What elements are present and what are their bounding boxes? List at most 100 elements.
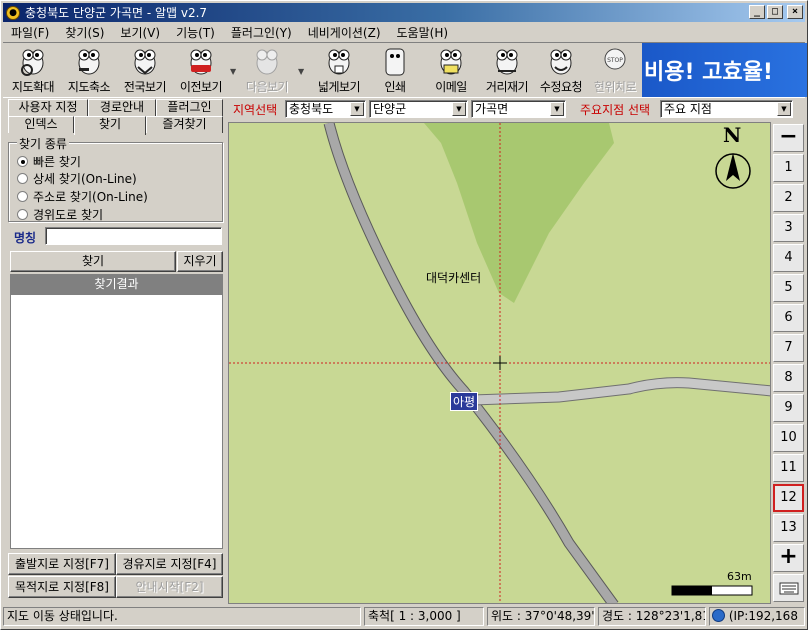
maximize-button[interactable]: □ (767, 5, 783, 19)
email-tool-button[interactable]: 이메일 (423, 45, 479, 95)
print-tool-button[interactable]: 인쇄 (367, 45, 423, 95)
national-view-character-icon (134, 49, 156, 75)
correction-request-label: 수정요청 (539, 80, 583, 94)
radio-quick-find[interactable]: 빠른 찾기 (17, 153, 81, 170)
left-panel: 사용자 지정 경로안내 플러그인 인덱스 찾기 즐겨찾기 찾기 종류 빠른 찾기… (3, 98, 226, 604)
zoom-minus-button[interactable]: − (773, 124, 804, 152)
dropdown-arrow-icon: ▼ (777, 102, 791, 116)
ad-banner[interactable]: 비용! 고효율! (642, 43, 807, 97)
zoom-level-6[interactable]: 6 (773, 304, 804, 332)
set-waypoint-button[interactable]: 경유지로 지정[F4] (116, 553, 223, 575)
tab-index[interactable]: 인덱스 (8, 116, 74, 133)
status-latitude: 위도 : 37°0'48,39" (487, 607, 595, 626)
zoom-out-tool-button[interactable]: 지도축소 (61, 45, 117, 95)
tab-find[interactable]: 찾기 (74, 116, 146, 135)
menu-find[interactable]: 찾기(S) (57, 24, 112, 41)
place-label[interactable]: 대덕카센터 (426, 269, 481, 286)
status-ip: (IP:192,168 (709, 607, 805, 626)
start-guide-button[interactable]: 안내시작[F2] (116, 576, 223, 598)
zoom-level-11[interactable]: 11 (773, 454, 804, 482)
set-start-button[interactable]: 출발지로 지정[F7] (8, 553, 116, 575)
menu-view[interactable]: 보기(V) (112, 24, 168, 41)
zoom-level-2[interactable]: 2 (773, 184, 804, 212)
status-bar: 지도 이동 상태입니다. 축척[ 1 : 3,000 ] 위도 : 37°0'4… (3, 606, 805, 627)
menu-help[interactable]: 도움말(H) (389, 24, 457, 41)
close-button[interactable]: × (787, 5, 803, 19)
map-canvas[interactable]: 대덕카센터 아평 N 63m (228, 122, 771, 604)
current-location-tool-button[interactable]: STOP 현위치로 (587, 45, 643, 95)
zoom-level-13[interactable]: 13 (773, 514, 804, 542)
county-select[interactable]: 단양군 ▼ (369, 100, 468, 118)
tab-favorites[interactable]: 즐겨찾기 (146, 116, 223, 133)
previous-dropdown-arrow-icon[interactable]: ▼ (230, 67, 236, 76)
app-logo-icon: ● (6, 5, 20, 20)
zoom-level-3[interactable]: 3 (773, 214, 804, 242)
map-graphics (229, 123, 770, 603)
minimize-button[interactable]: _ (749, 5, 765, 19)
globe-icon (712, 609, 725, 622)
status-scale: 축척[ 1 : 3,000 ] (364, 607, 484, 626)
radio-unchecked-icon (17, 173, 28, 184)
svg-text:STOP: STOP (607, 57, 623, 64)
radio-unchecked-icon (17, 209, 28, 220)
zoom-level-5[interactable]: 5 (773, 274, 804, 302)
zoom-level-12[interactable]: 12 (773, 484, 804, 512)
search-type-title: 찾기 종류 (17, 135, 69, 152)
keyboard-button[interactable] (773, 574, 804, 602)
radio-address-find[interactable]: 주소로 찾기(On-Line) (17, 188, 148, 205)
road-name-label: 아평 (450, 392, 479, 411)
zoom-level-8[interactable]: 8 (773, 364, 804, 392)
wide-view-label: 넓게보기 (317, 80, 361, 94)
menu-file[interactable]: 파일(F) (3, 24, 57, 41)
menu-plugin[interactable]: 플러그인(Y) (223, 24, 300, 41)
tab-user-defined[interactable]: 사용자 지정 (8, 99, 88, 116)
tab-plugin[interactable]: 플러그인 (156, 99, 223, 116)
email-character-icon (440, 49, 462, 75)
dropdown-arrow-icon: ▼ (550, 102, 564, 116)
zoom-level-10[interactable]: 10 (773, 424, 804, 452)
find-button[interactable]: 찾기 (10, 251, 176, 272)
keyboard-icon (779, 582, 798, 595)
results-list[interactable] (10, 294, 223, 549)
province-select[interactable]: 충청북도 ▼ (285, 100, 366, 118)
name-label: 명칭 (14, 231, 37, 245)
wide-view-tool-button[interactable]: 넓게보기 (311, 45, 367, 95)
radio-latlng-find[interactable]: 경위도로 찾기 (17, 206, 103, 223)
zoom-plus-button[interactable]: + (773, 544, 804, 572)
national-view-label: 전국보기 (123, 80, 167, 94)
title-bar[interactable]: ● 충청북도 단양군 가곡면 - 알맵 v2.7 _ □ × (3, 3, 805, 22)
tab-route-guide[interactable]: 경로안내 (88, 99, 156, 116)
zoom-in-label: 지도확대 (11, 80, 55, 94)
toolbar: 지도확대 지도축소 전국보기 이전보기 ▼ 다음보기 ▼ 넓게보기 인쇄 이메일… (3, 42, 807, 98)
region-select-bar: 지역선택 충청북도 ▼ 단양군 ▼ 가곡면 ▼ 주요지점 선택 주요 지점 ▼ (228, 98, 793, 120)
town-select[interactable]: 가곡면 ▼ (471, 100, 566, 118)
zoom-level-1[interactable]: 1 (773, 154, 804, 182)
zoom-level-7[interactable]: 7 (773, 334, 804, 362)
set-destination-button[interactable]: 목적지로 지정[F8] (8, 576, 116, 598)
measure-distance-tool-button[interactable]: 거리재기 (479, 45, 535, 95)
clear-button[interactable]: 지우기 (177, 251, 223, 272)
name-search-input[interactable] (45, 227, 222, 245)
zoom-out-label: 지도축소 (67, 80, 111, 94)
radio-unchecked-icon (17, 191, 28, 202)
national-view-tool-button[interactable]: 전국보기 (117, 45, 173, 95)
radio-detailed-find[interactable]: 상세 찾기(On-Line) (17, 170, 137, 187)
menu-navigation[interactable]: 네비게이션(Z) (300, 24, 389, 41)
print-label: 인쇄 (384, 80, 406, 94)
zoom-in-tool-button[interactable]: 지도확대 (5, 45, 61, 95)
zoom-level-9[interactable]: 9 (773, 394, 804, 422)
scale-label: 63m (727, 570, 752, 583)
status-longitude: 경도 : 128°23'1,81" (598, 607, 706, 626)
next-view-tool-button[interactable]: 다음보기 (239, 45, 295, 95)
next-dropdown-arrow-icon[interactable]: ▼ (298, 67, 304, 76)
zoom-level-4[interactable]: 4 (773, 244, 804, 272)
previous-view-label: 이전보기 (179, 80, 223, 94)
dropdown-arrow-icon: ▼ (452, 102, 466, 116)
north-arrow-icon (726, 153, 740, 181)
zoom-in-character-icon (21, 49, 44, 76)
wide-view-character-icon (328, 49, 350, 75)
menu-tools[interactable]: 기능(T) (168, 24, 223, 41)
previous-view-tool-button[interactable]: 이전보기 (173, 45, 229, 95)
correction-request-tool-button[interactable]: 수정요청 (533, 45, 589, 95)
poi-select[interactable]: 주요 지점 ▼ (660, 100, 793, 118)
